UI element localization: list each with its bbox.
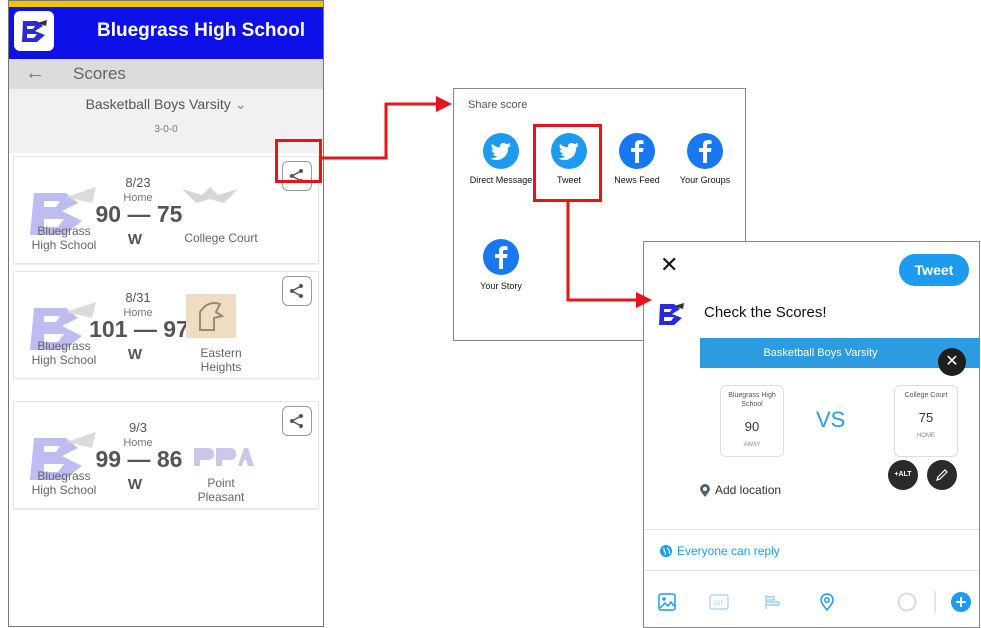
opponent-name: College Court <box>184 231 258 245</box>
share-button-highlight <box>275 139 322 183</box>
poll-icon[interactable] <box>762 592 784 612</box>
chevron-down-icon: ⌄ <box>234 96 247 112</box>
pen-icon <box>936 469 948 481</box>
globe-icon <box>660 545 672 557</box>
game-result: W <box>127 346 143 363</box>
divider <box>644 529 979 530</box>
team-name: Bluegrass High School <box>31 339 97 367</box>
share-option-direct-message[interactable]: Direct Message <box>464 133 538 185</box>
divider <box>644 570 979 571</box>
close-icon[interactable]: ✕ <box>660 252 678 278</box>
add-location-label: Add location <box>715 483 782 497</box>
season-record: 3-0-0 <box>154 124 178 135</box>
vs-label: VS <box>816 407 846 432</box>
game-date: 9/3 <box>128 420 148 435</box>
tweet-text[interactable]: Check the Scores! <box>704 304 827 321</box>
opponent-logo-icon <box>194 448 254 466</box>
share-icon <box>290 414 303 428</box>
flow-arrow <box>322 96 452 160</box>
game-date: 8/23 <box>125 175 151 190</box>
share-option-your-story[interactable]: Your Story <box>464 239 538 291</box>
facebook-icon <box>483 239 519 275</box>
reply-setting-label: Everyone can reply <box>677 544 780 558</box>
game-result: W <box>127 476 143 493</box>
dialog-title: Share score <box>468 99 528 111</box>
edit-image-button[interactable] <box>927 460 957 490</box>
plus-icon <box>951 592 971 612</box>
share-option-your-groups[interactable]: Your Groups <box>668 133 742 185</box>
facebook-icon <box>619 133 655 169</box>
opponent-logo-icon <box>182 187 238 203</box>
divider <box>934 591 936 613</box>
team-name: College Court <box>904 392 948 399</box>
remove-image-button[interactable]: ✕ <box>938 348 966 376</box>
team-name: Bluegrass High School <box>728 392 776 408</box>
game-date: 8/31 <box>125 290 151 305</box>
opponent-name: Eastern Heights <box>200 346 242 374</box>
back-arrow-icon[interactable]: ← <box>25 62 45 85</box>
app-bar: Bluegrass High School <box>9 1 323 59</box>
team-location: AWAY <box>743 442 761 448</box>
sport-filter-label: Basketball Boys Varsity <box>85 96 231 112</box>
page-title: Scores <box>73 64 126 83</box>
team-score-box: Bluegrass High School 90 AWAY <box>720 385 784 457</box>
svg-text:GIF: GIF <box>714 600 724 607</box>
share-option-label: Your Story <box>480 281 522 291</box>
facebook-icon <box>687 133 723 169</box>
tweet-option-highlight <box>533 124 602 202</box>
character-count-circle-icon <box>896 592 918 612</box>
team-location: HOME <box>917 433 935 439</box>
game-card[interactable]: 8/31 Home 101 — 97 Bluegrass High School… <box>13 271 319 379</box>
share-button[interactable] <box>282 406 312 436</box>
twitter-icon <box>483 133 519 169</box>
flow-arrow <box>566 202 652 308</box>
share-icon <box>290 284 303 298</box>
avatar[interactable] <box>656 300 686 328</box>
gif-icon[interactable]: GIF <box>708 592 730 612</box>
app-title: Bluegrass High School <box>97 20 305 41</box>
share-option-label: Direct Message <box>469 175 533 185</box>
image-icon[interactable] <box>656 592 678 612</box>
game-card[interactable]: 8/23 Home 90 — 75 Bluegrass High School … <box>13 156 319 264</box>
tweet-compose-dialog: ✕ Tweet Check the Scores! Basketball Boy… <box>643 241 980 628</box>
team-name: Bluegrass High School <box>31 469 97 497</box>
add-thread-button[interactable] <box>950 592 972 612</box>
team-score: 75 <box>918 410 934 425</box>
game-card[interactable]: 9/3 Home 99 — 86 Bluegrass High School W… <box>13 401 319 509</box>
opponent-logo-icon <box>186 294 236 338</box>
scores-screen: Bluegrass High School ← Scores Basketbal… <box>8 0 324 627</box>
sport-filter-dropdown[interactable]: Basketball Boys Varsity ⌄ <box>9 96 323 113</box>
share-option-label: Your Groups <box>679 175 731 185</box>
share-option-news-feed[interactable]: News Feed <box>600 133 674 185</box>
location-icon[interactable] <box>816 592 838 612</box>
game-result: W <box>127 231 143 248</box>
add-location-button[interactable]: Add location <box>700 483 781 497</box>
share-button[interactable] <box>282 276 312 306</box>
team-name: Bluegrass High School <box>31 224 97 252</box>
tweet-button[interactable]: Tweet <box>899 254 969 286</box>
team-score: 90 <box>744 419 760 434</box>
reply-setting-button[interactable]: Everyone can reply <box>660 544 780 558</box>
school-logo-icon <box>14 11 54 51</box>
opponent-name: Point Pleasant <box>197 476 245 504</box>
scores-header: ← Scores <box>9 59 323 89</box>
team-score-box: College Court 75 HOME <box>894 385 958 457</box>
add-alt-text-button[interactable]: +ALT <box>888 460 918 490</box>
location-pin-icon <box>700 483 710 497</box>
share-option-label: News Feed <box>614 175 660 185</box>
